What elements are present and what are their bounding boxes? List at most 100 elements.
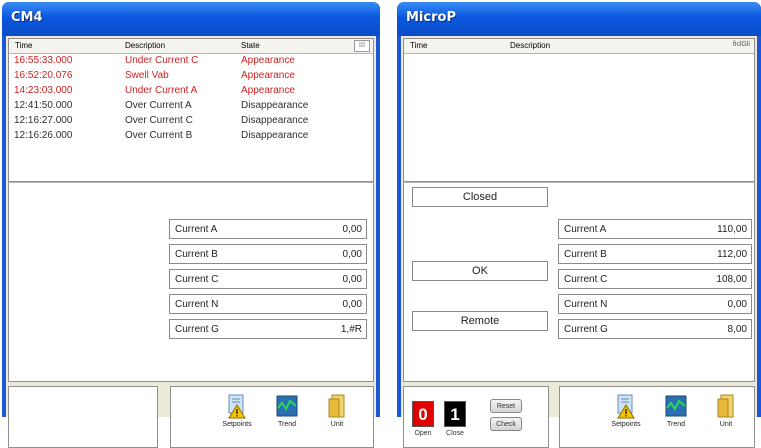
measurement-field: Current G 1,#R [169, 319, 367, 339]
event-row[interactable]: 12:16:27.000 Over Current C Disappearance [9, 114, 373, 129]
event-row[interactable]: 16:52:20.076 Swell Vab Appearance [9, 69, 373, 84]
measurement-value: 0,00 [342, 224, 362, 235]
reset-button[interactable]: Reset [490, 399, 522, 413]
cm4-titlebar[interactable]: CM4 [2, 2, 380, 36]
toolbar-button[interactable]: Setpoints [606, 393, 646, 428]
measurement-panel: Closed OK Remote Current A 110,00 Current … [403, 182, 755, 382]
event-state: Disappearance [241, 115, 309, 126]
measurement-label: Current B [564, 249, 607, 260]
event-row[interactable]: 16:55:33.000 Under Current C Appearance [9, 54, 373, 69]
column-header-description[interactable]: Description [125, 41, 165, 50]
control-mode-status: Remote [412, 311, 548, 331]
event-time: 16:55:33.000 [14, 55, 73, 66]
window-title: CM4 [11, 10, 43, 25]
measurement-label: Current A [175, 224, 218, 235]
event-description: Over Current C [125, 115, 193, 126]
event-time: 12:16:27.000 [14, 115, 73, 126]
toolbar-button[interactable]: Unit [706, 393, 746, 428]
event-time: 16:52:20.076 [14, 70, 73, 81]
status-panel [8, 386, 158, 448]
open-button[interactable]: 0 [412, 401, 434, 427]
event-description: Under Current C [125, 55, 199, 66]
measurement-label: Current A [564, 224, 607, 235]
microp-titlebar[interactable]: MicroP [397, 2, 761, 36]
event-time: 12:16:26.000 [14, 130, 73, 141]
measurement-value: 108,00 [716, 274, 747, 285]
open-label: Open [414, 430, 432, 437]
event-rows: 16:55:33.000 Under Current C Appearance 16:… [9, 54, 373, 144]
event-time: 14:23:03.000 [14, 85, 73, 96]
measurement-field: Current C 0,00 [169, 269, 367, 289]
trend-icon [275, 393, 299, 419]
column-header-state[interactable]: State [241, 41, 260, 50]
measurement-value: 8,00 [727, 324, 747, 335]
measurement-value: 110,00 [717, 224, 747, 235]
measurement-field: Current A 110,00 [558, 219, 752, 239]
clear-events-button[interactable]: ☒ [354, 40, 370, 52]
breaker-status: Closed [412, 187, 548, 207]
measurement-value: 0,00 [727, 299, 747, 310]
unit-icon [714, 393, 738, 419]
event-list: Time Description ficlGli [403, 38, 755, 182]
measurement-value: 112,00 [717, 249, 747, 260]
measurement-field: Current B 112,00 [558, 244, 752, 264]
column-header-description[interactable]: Description [510, 41, 550, 50]
measurement-panel: Current A 0,00 Current B 0,00 Current C 0,00 C… [8, 182, 374, 382]
measurement-label: Current N [175, 299, 219, 310]
window-title: MicroP [406, 10, 456, 25]
measurement-label: Current G [564, 324, 608, 335]
measurement-value: 0,00 [342, 274, 362, 285]
toolbar-button[interactable]: Unit [317, 393, 357, 428]
toolbar-button[interactable]: Setpoints [217, 393, 257, 428]
event-state: Disappearance [241, 100, 309, 111]
check-button[interactable]: Check [490, 417, 522, 431]
close-button[interactable]: 1 [444, 401, 466, 427]
measurement-field: Current A 0,00 [169, 219, 367, 239]
event-row[interactable]: 12:41:50.000 Over Current A Disappearance [9, 99, 373, 114]
measurement-label: Current B [175, 249, 218, 260]
trend-icon [664, 393, 688, 419]
event-state: Disappearance [241, 130, 309, 141]
measurement-value: 0,00 [342, 299, 362, 310]
event-description: Under Current A [125, 85, 198, 96]
toolbar-button-label: Trend [277, 421, 297, 428]
event-description: Over Current B [125, 130, 193, 141]
control-panel: 0 Open 1 Close Reset Check [403, 386, 549, 448]
measurement-field: Current N 0,00 [558, 294, 752, 314]
event-row[interactable]: 14:23:03.000 Under Current A Appearance [9, 84, 373, 99]
measurement-field: Current G 8,00 [558, 319, 752, 339]
column-header-time[interactable]: Time [15, 41, 32, 50]
column-header-time[interactable]: Time [410, 41, 427, 50]
measurement-label: Current N [564, 299, 608, 310]
cm4-client-area: Time Description State ☒ 16:55:33.000 Und… [6, 36, 376, 448]
event-row[interactable]: 12:16:26.000 Over Current B Disappearance [9, 129, 373, 144]
microp-client-area: Time Description ficlGli Closed OK Remot… [401, 36, 757, 448]
toolbar-panel: Setpoints Trend Unit [559, 386, 755, 448]
setpoints-icon [614, 393, 638, 419]
measurement-field: Current B 0,00 [169, 244, 367, 264]
event-list: Time Description State ☒ 16:55:33.000 Und… [8, 38, 374, 182]
measurement-label: Current C [175, 274, 219, 285]
health-status: OK [412, 261, 548, 281]
measurement-label: Current G [175, 324, 219, 335]
toolbar-button[interactable]: Trend [656, 393, 696, 428]
toolbar-button[interactable]: Trend [267, 393, 307, 428]
event-list-header: Time Description State ☒ [9, 39, 373, 54]
measurement-label: Current C [564, 274, 608, 285]
unit-icon [325, 393, 349, 419]
cm4-window: CM4 Time Description State ☒ 16:55:33.00… [2, 2, 380, 448]
toolbar-button-label: Unit [330, 421, 344, 428]
setpoints-icon [225, 393, 249, 419]
toolbar-panel: Setpoints Trend Unit [170, 386, 374, 448]
toolbar-button-label: Setpoints [611, 421, 641, 428]
clear-events-button[interactable]: ficlGli [733, 41, 750, 48]
measurement-value: 1,#R [340, 324, 362, 335]
event-state: Appearance [241, 70, 295, 81]
event-description: Swell Vab [125, 70, 169, 81]
event-time: 12:41:50.000 [14, 100, 73, 111]
event-description: Over Current A [125, 100, 192, 111]
toolbar-button-label: Unit [719, 421, 733, 428]
close-label: Close [446, 430, 464, 437]
measurement-field: Current N 0,00 [169, 294, 367, 314]
measurement-value: 0,00 [342, 249, 362, 260]
